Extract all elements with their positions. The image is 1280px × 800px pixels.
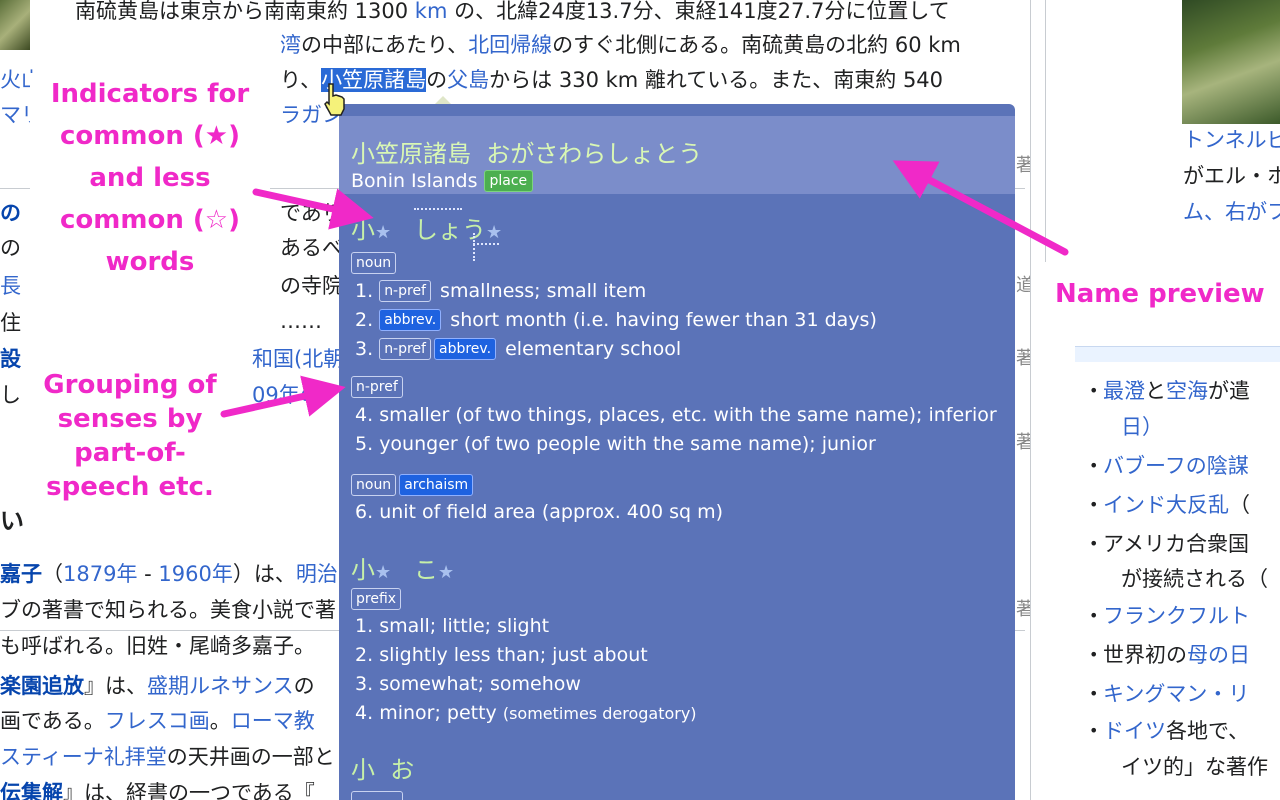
name-preview-arrow xyxy=(892,160,1069,256)
annotation-arrows xyxy=(220,160,1069,418)
grouping-arrow xyxy=(220,375,346,418)
stars-arrow xyxy=(252,188,374,230)
